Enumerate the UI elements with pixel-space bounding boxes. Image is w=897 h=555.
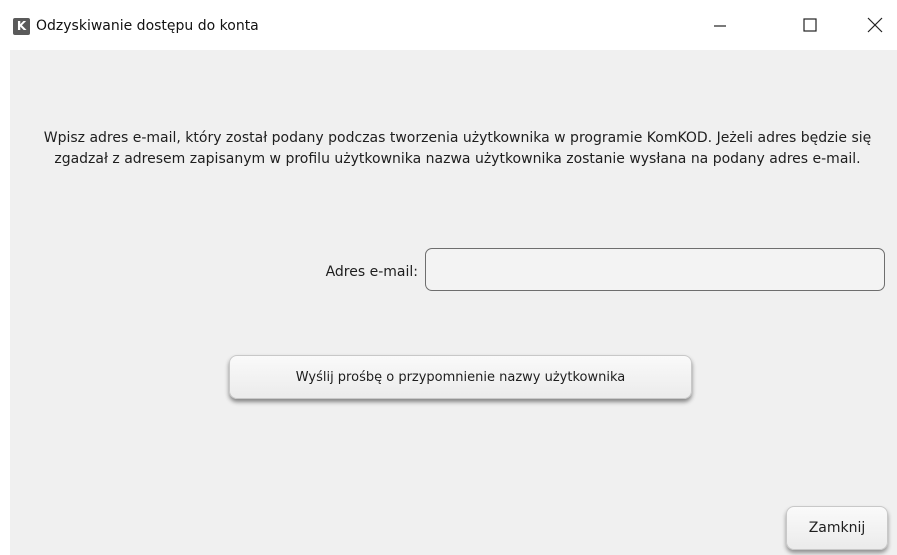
recovery-window: K Odzyskiwanie dostępu do konta Wpisz ad… <box>0 0 897 555</box>
email-input[interactable] <box>425 248 885 291</box>
send-reminder-button[interactable]: Wyślij prośbę o przypomnienie nazwy użyt… <box>229 355 692 399</box>
window-title: Odzyskiwanie dostępu do konta <box>36 18 259 34</box>
title-bar[interactable]: K Odzyskiwanie dostępu do konta <box>0 0 897 50</box>
dialog-content: Wpisz adres e-mail, który został podany … <box>10 50 897 555</box>
maximize-button[interactable] <box>782 0 838 50</box>
close-button[interactable]: Zamknij <box>786 506 888 550</box>
email-label: Adres e-mail: <box>325 264 418 280</box>
close-icon <box>867 17 882 33</box>
minimize-button[interactable] <box>692 0 748 50</box>
instruction-text: Wpisz adres e-mail, który został podany … <box>43 130 872 167</box>
app-logo-icon: K <box>13 18 30 35</box>
close-window-button[interactable] <box>852 0 897 50</box>
minimize-icon <box>714 25 726 27</box>
maximize-icon <box>803 18 817 32</box>
